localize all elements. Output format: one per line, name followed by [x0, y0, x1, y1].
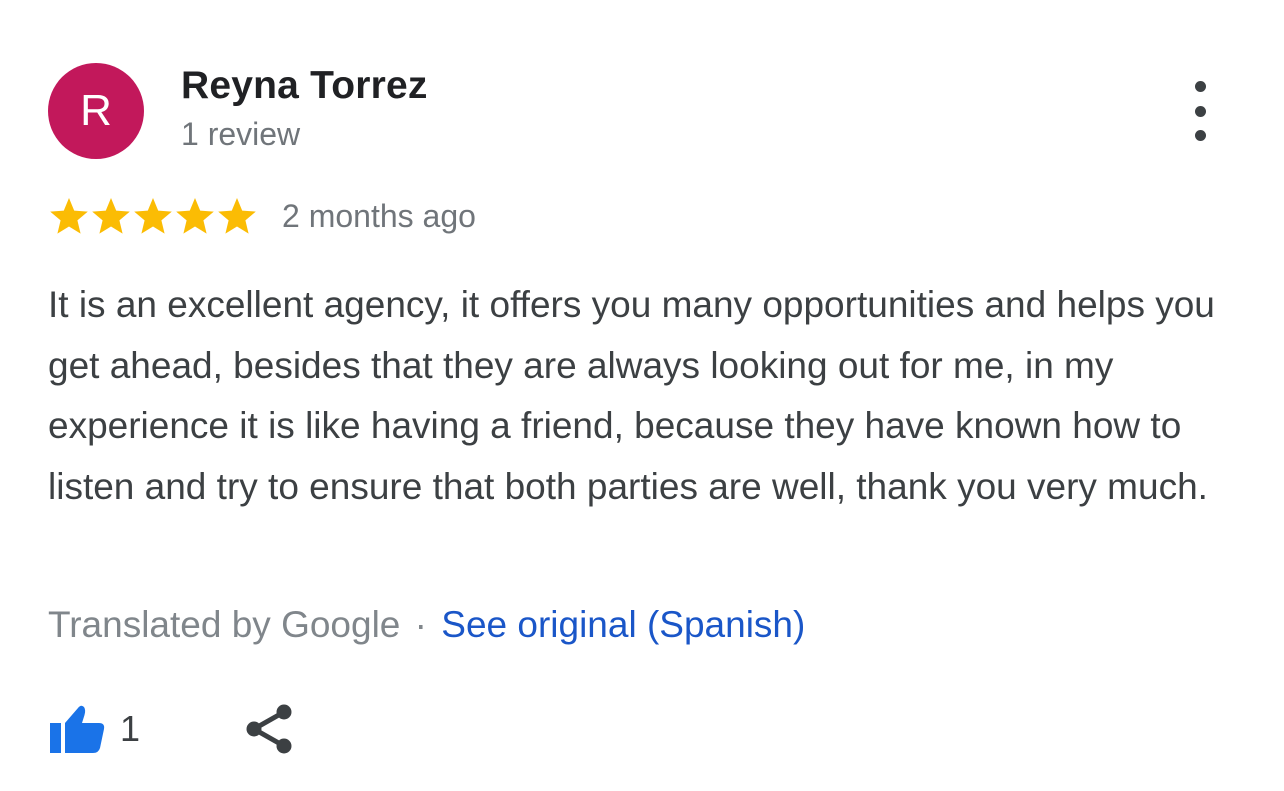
thumbs-up-icon — [50, 705, 105, 753]
star-icon — [50, 198, 88, 234]
star-icon — [176, 198, 214, 234]
review-text: It is an excellent agency, it offers you… — [48, 284, 1215, 507]
like-count: 1 — [120, 708, 141, 749]
star-icon — [218, 198, 256, 234]
star-icon — [134, 198, 172, 234]
review-card: R Reyna Torrez 1 review 2 months ago It … — [0, 0, 1284, 791]
avatar[interactable]: R — [48, 63, 144, 159]
more-vert-icon — [1194, 81, 1206, 92]
separator: · — [414, 604, 427, 645]
more-vert-icon-dot — [1194, 105, 1206, 117]
share-icon — [246, 704, 292, 754]
more-options-button[interactable] — [1178, 80, 1222, 142]
avatar-initial: R — [80, 86, 112, 135]
author-review-count: 1 review — [181, 116, 301, 152]
translated-by-label: Translated by Google — [48, 604, 401, 645]
like-button[interactable]: 1 — [48, 702, 140, 756]
review-date: 2 months ago — [282, 197, 476, 234]
author-name[interactable]: Reyna Torrez — [181, 64, 428, 108]
star-icon — [92, 198, 130, 234]
rating-row: 2 months ago — [48, 193, 476, 239]
translation-info: Translated by Google · See original (Spa… — [48, 604, 805, 646]
star-rating — [48, 196, 258, 236]
more-vert-icon-dot — [1194, 130, 1206, 141]
share-button[interactable] — [244, 702, 294, 756]
see-original-link[interactable]: See original (Spanish) — [441, 604, 805, 645]
review-actions: 1 — [48, 700, 294, 758]
